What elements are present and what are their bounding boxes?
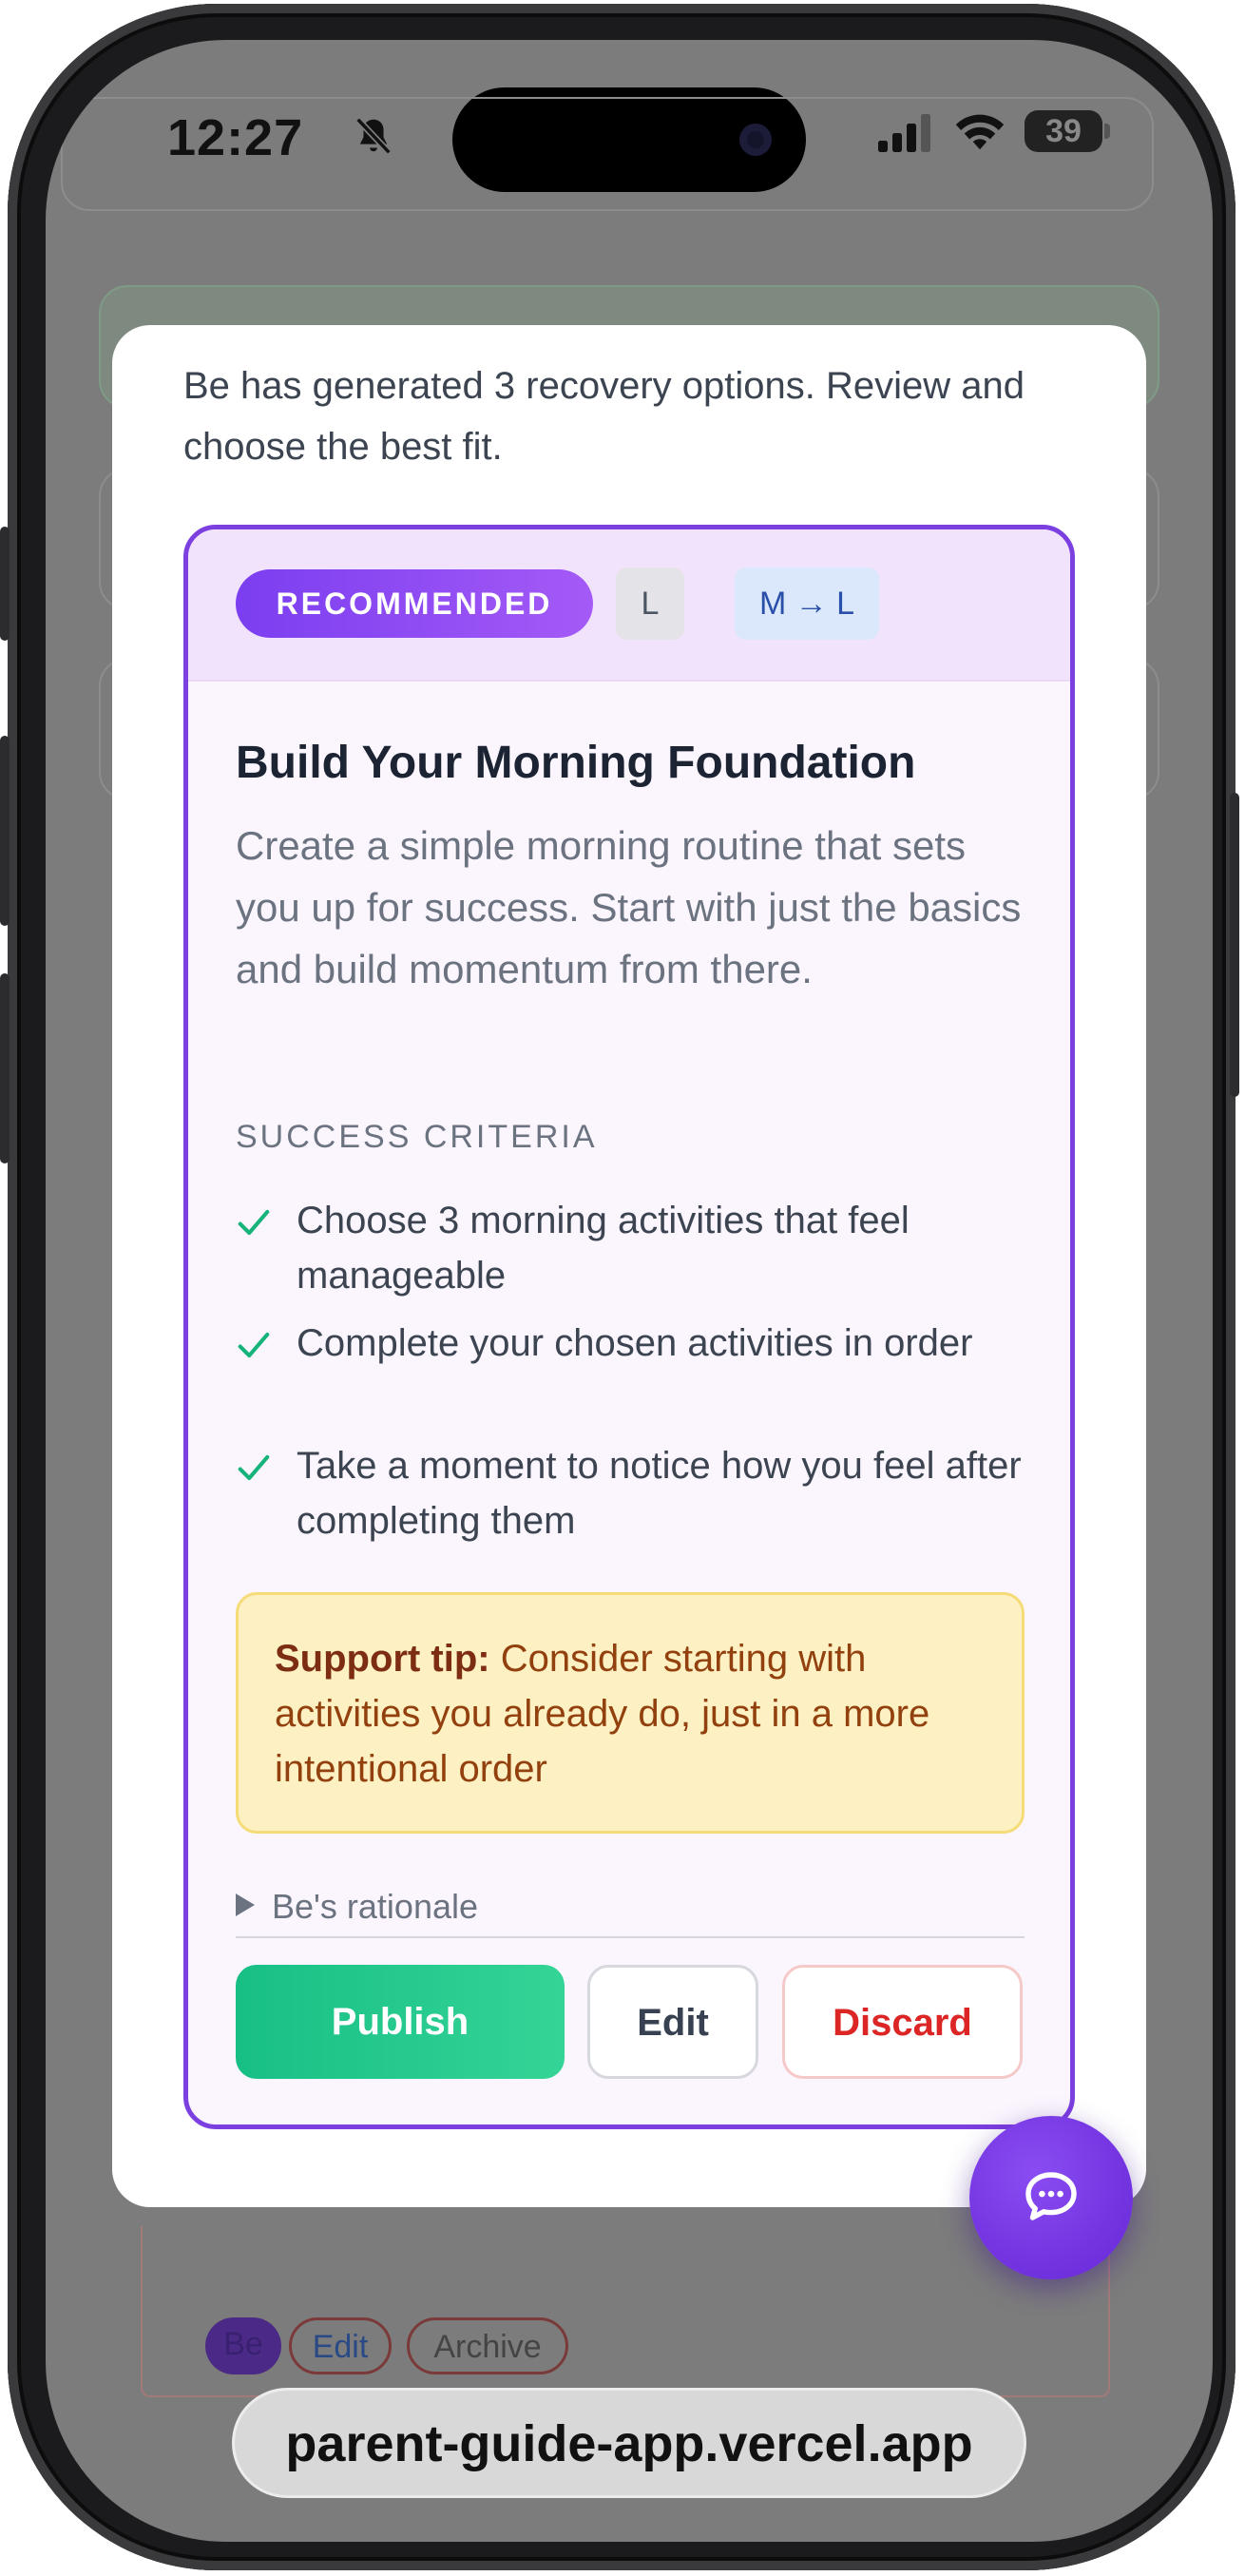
background-card-warning <box>141 2226 1110 2397</box>
recovery-option-card: RECOMMENDED L M → L Build Your Morning F… <box>183 525 1075 2129</box>
check-icon <box>238 1332 270 1358</box>
background-archive-chip: Archive <box>407 2317 568 2374</box>
support-tip-box: Support tip: Consider starting with acti… <box>236 1592 1025 1834</box>
publish-button[interactable]: Publish <box>236 1965 565 2079</box>
success-criteria-heading: SUCCESS CRITERIA <box>236 1119 598 1155</box>
option-title: Build Your Morning Foundation <box>236 738 916 788</box>
edit-button[interactable]: Edit <box>587 1965 758 2079</box>
side-button-volume-up <box>0 736 10 926</box>
phone-frame: 12:27 39 Be Edit Archive Be has generate… <box>0 4 1239 2570</box>
check-icon <box>238 1209 270 1236</box>
support-tip-label: Support tip: <box>275 1638 490 1680</box>
rationale-label: Be's rationale <box>272 1887 479 1926</box>
chat-bubble-icon <box>1025 2172 1077 2220</box>
background-edit-chip: Edit <box>289 2317 392 2374</box>
criteria-text: Take a moment to notice how you feel aft… <box>297 1445 1022 1542</box>
criteria-text: Choose 3 morning activities that feel ma… <box>297 1200 910 1297</box>
side-button-volume-down <box>0 973 10 1163</box>
option-description: Create a simple morning routine that set… <box>236 823 1022 991</box>
recovery-options-modal: Be has generated 3 recovery options. Rev… <box>112 325 1146 2207</box>
side-button-action <box>0 527 10 641</box>
browser-url-bar[interactable]: parent-guide-app.vercel.app <box>232 2388 1026 2498</box>
rationale-toggle[interactable]: Be's rationale <box>236 1887 1025 1938</box>
recommended-badge: RECOMMENDED <box>236 569 593 638</box>
criteria-text: Complete your chosen activities in order <box>297 1322 973 1364</box>
chat-fab-button[interactable] <box>969 2116 1133 2279</box>
side-button-power <box>1230 793 1239 1097</box>
background-card <box>61 97 1154 211</box>
triangle-right-icon <box>236 1894 255 1916</box>
size-shift-badge: M → L <box>735 567 879 640</box>
screen: 12:27 39 Be Edit Archive Be has generate… <box>46 40 1213 2542</box>
background-be-chip: Be <box>205 2317 281 2374</box>
modal-intro-text: Be has generated 3 recovery options. Rev… <box>183 365 1025 468</box>
check-icon <box>238 1454 270 1481</box>
size-badge: L <box>616 567 684 640</box>
option-card-header: RECOMMENDED L M → L <box>188 529 1070 682</box>
discard-button[interactable]: Discard <box>782 1965 1023 2079</box>
